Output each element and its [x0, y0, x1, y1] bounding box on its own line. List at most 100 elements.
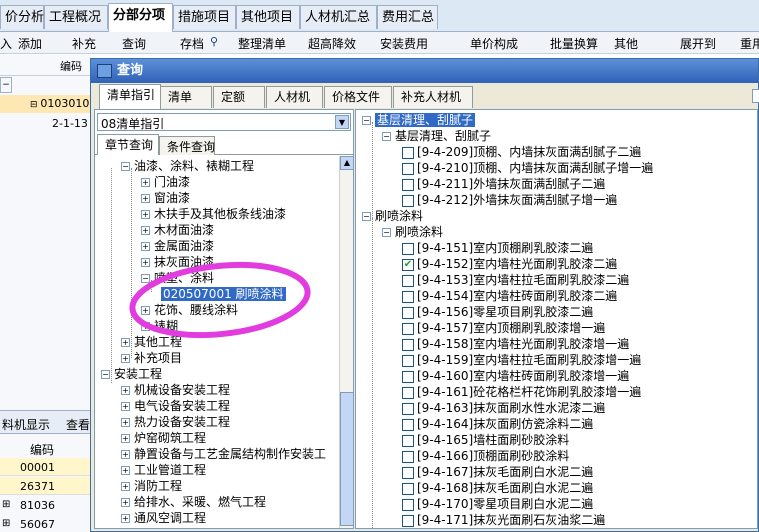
- quota-checkbox[interactable]: [402, 338, 414, 351]
- quota-checkbox[interactable]: [402, 274, 414, 287]
- tree-node[interactable]: + 消防工程: [121, 478, 182, 494]
- quota-item[interactable]: [9-4-171]抹灰光面刷石灰油浆二遍: [402, 512, 605, 528]
- quota-group[interactable]: − 刷喷涂料: [382, 224, 443, 240]
- tab-material-display[interactable]: 料机显示: [2, 416, 50, 433]
- scroll-up-icon[interactable]: ▲: [340, 156, 354, 170]
- quota-checkbox[interactable]: [402, 418, 414, 431]
- expand-icon[interactable]: +: [121, 434, 130, 443]
- grid-row-code[interactable]: ⊟ 01030100: [30, 97, 96, 110]
- expand-icon[interactable]: +: [121, 418, 130, 427]
- main-tab[interactable]: 其他项目: [236, 5, 300, 29]
- vertical-scrollbar[interactable]: ▲: [339, 156, 354, 528]
- expand-icon[interactable]: +: [141, 242, 150, 251]
- expand-icon[interactable]: ⊞: [2, 499, 10, 510]
- lower-grid-code[interactable]: 81036: [20, 499, 55, 512]
- expand-icon[interactable]: +: [121, 498, 130, 507]
- collapse-icon[interactable]: −: [382, 132, 391, 141]
- main-tab[interactable]: 费用汇总: [377, 5, 438, 29]
- toolbar-item[interactable]: 超高降效: [308, 35, 356, 52]
- lower-grid-code[interactable]: 26371: [20, 480, 55, 493]
- quota-checkbox[interactable]: [402, 498, 414, 511]
- quota-item[interactable]: [9-4-156]零星项目刷乳胶漆二遍: [402, 304, 593, 320]
- scroll-handle[interactable]: [752, 89, 759, 103]
- main-tab[interactable]: 人材机汇总: [300, 5, 377, 29]
- binoculars-icon[interactable]: ⚲: [210, 35, 218, 48]
- lower-grid-code[interactable]: 00001: [20, 461, 55, 474]
- tree-node[interactable]: − 油漆、涂料、裱糊工程: [121, 158, 254, 174]
- quota-item[interactable]: [9-4-210]顶棚、内墙抹灰面满刮腻子增一遍: [402, 160, 653, 176]
- quota-item[interactable]: [9-4-154]室内墙柱砖面刷乳胶漆二遍: [402, 288, 617, 304]
- quota-checkbox[interactable]: [402, 466, 414, 479]
- main-tab[interactable]: 工程概况: [44, 5, 108, 29]
- quota-checkbox[interactable]: [402, 482, 414, 495]
- quota-checkbox[interactable]: [402, 322, 414, 335]
- tree-node[interactable]: + 工业管道工程: [121, 462, 206, 478]
- toolbar-item[interactable]: 安装费用: [380, 35, 428, 52]
- dialog-tab[interactable]: 人材机: [266, 86, 323, 108]
- quota-item[interactable]: [9-4-163]抹灰面刷水性水泥漆二遍: [402, 400, 605, 416]
- toolbar-item[interactable]: 单价构成: [470, 35, 518, 52]
- tree-node[interactable]: + 金属面油漆: [141, 238, 214, 254]
- guide-select[interactable]: 08清单指引 ▼: [97, 113, 351, 131]
- expand-icon[interactable]: +: [121, 402, 130, 411]
- toolbar-item[interactable]: 其他: [614, 35, 638, 52]
- toolbar-item[interactable]: 存档: [180, 35, 204, 52]
- quota-checkbox[interactable]: [402, 178, 414, 191]
- expand-icon[interactable]: +: [141, 210, 150, 219]
- tree-node[interactable]: + 木材面油漆: [141, 222, 214, 238]
- quota-checkbox[interactable]: [402, 306, 414, 319]
- expand-icon[interactable]: +: [121, 466, 130, 475]
- scrollbar-thumb[interactable]: [340, 392, 354, 526]
- main-tab[interactable]: 分部分项: [108, 3, 173, 32]
- tree-node[interactable]: + 炉窑砌筑工程: [121, 430, 206, 446]
- quota-item[interactable]: [9-4-157]室内顶棚刷乳胶漆增一遍: [402, 320, 605, 336]
- quota-group[interactable]: − 基层清理、刮腻子: [382, 128, 491, 144]
- expand-icon[interactable]: +: [141, 194, 150, 203]
- collapse-icon[interactable]: −: [362, 116, 371, 125]
- dialog-tab[interactable]: 清单: [160, 86, 212, 108]
- toolbar-item[interactable]: 整理清单: [238, 35, 286, 52]
- quota-item[interactable]: [9-4-165]墙柱面刷砂胶涂料: [402, 432, 569, 448]
- quota-checkbox[interactable]: [402, 162, 414, 175]
- expand-icon[interactable]: +: [121, 514, 130, 523]
- dialog-tab[interactable]: 定额: [213, 86, 265, 108]
- query-mode-tab[interactable]: 条件查询: [159, 136, 215, 155]
- quota-item[interactable]: [9-4-161]砼花格栏杆花饰刷乳胶漆增一遍: [402, 384, 641, 400]
- quota-checkbox[interactable]: [402, 370, 414, 383]
- main-tab[interactable]: 措施项目: [173, 5, 236, 29]
- expand-icon[interactable]: +: [141, 226, 150, 235]
- tree-node[interactable]: + 窗油漆: [141, 190, 190, 206]
- quota-item[interactable]: [9-4-170]零星项目刷白水泥二遍: [402, 496, 593, 512]
- quota-item[interactable]: [9-4-168]抹灰毛面刷白水泥二遍: [402, 480, 593, 496]
- collapse-icon[interactable]: −: [101, 370, 110, 379]
- toolbar-item[interactable]: 展开到: [680, 35, 716, 52]
- dialog-tab[interactable]: 价格文件: [324, 86, 392, 108]
- dialog-tab[interactable]: 清单指引: [99, 84, 161, 109]
- tree-node[interactable]: + 热力设备安装工程: [121, 414, 230, 430]
- toolbar-item[interactable]: 补充: [72, 35, 96, 52]
- quota-checkbox[interactable]: [402, 290, 414, 303]
- main-tab[interactable]: 价分析: [0, 5, 44, 29]
- collapse-icon[interactable]: −: [382, 228, 391, 237]
- lower-grid-code[interactable]: 56067: [20, 518, 55, 531]
- quota-group[interactable]: − 基层清理、刮腻子: [362, 112, 476, 128]
- tab-view[interactable]: 查看: [66, 416, 90, 433]
- quota-item[interactable]: [9-4-158]室内墙柱光面刷乳胶漆增一遍: [402, 336, 629, 352]
- tree-node[interactable]: + 给排水、采暖、燃气工程: [121, 494, 266, 510]
- quota-checkbox[interactable]: [402, 354, 414, 367]
- tree-node[interactable]: + 电气设备安装工程: [121, 398, 230, 414]
- quota-item[interactable]: ✔ [9-4-152]室内墙柱光面刷乳胶漆二遍: [402, 256, 617, 272]
- collapse-icon[interactable]: −: [0, 77, 12, 93]
- toolbar-item[interactable]: 添加: [18, 35, 42, 52]
- toolbar-item[interactable]: 重用组价: [740, 35, 759, 52]
- quota-checkbox[interactable]: [402, 450, 414, 463]
- quota-item[interactable]: [9-4-164]抹灰面刷仿瓷涂料二遍: [402, 416, 593, 432]
- toolbar-item[interactable]: 入: [0, 35, 12, 52]
- dialog-title-bar[interactable]: 查询: [91, 59, 758, 83]
- quota-checkbox[interactable]: [402, 386, 414, 399]
- tree-node[interactable]: + 静置设备与工艺金属结构制作安装工: [121, 446, 326, 462]
- expand-icon[interactable]: +: [121, 386, 130, 395]
- toolbar-item[interactable]: 批量换算: [550, 35, 598, 52]
- chevron-down-icon[interactable]: ▼: [335, 115, 349, 129]
- collapse-icon[interactable]: −: [362, 212, 371, 221]
